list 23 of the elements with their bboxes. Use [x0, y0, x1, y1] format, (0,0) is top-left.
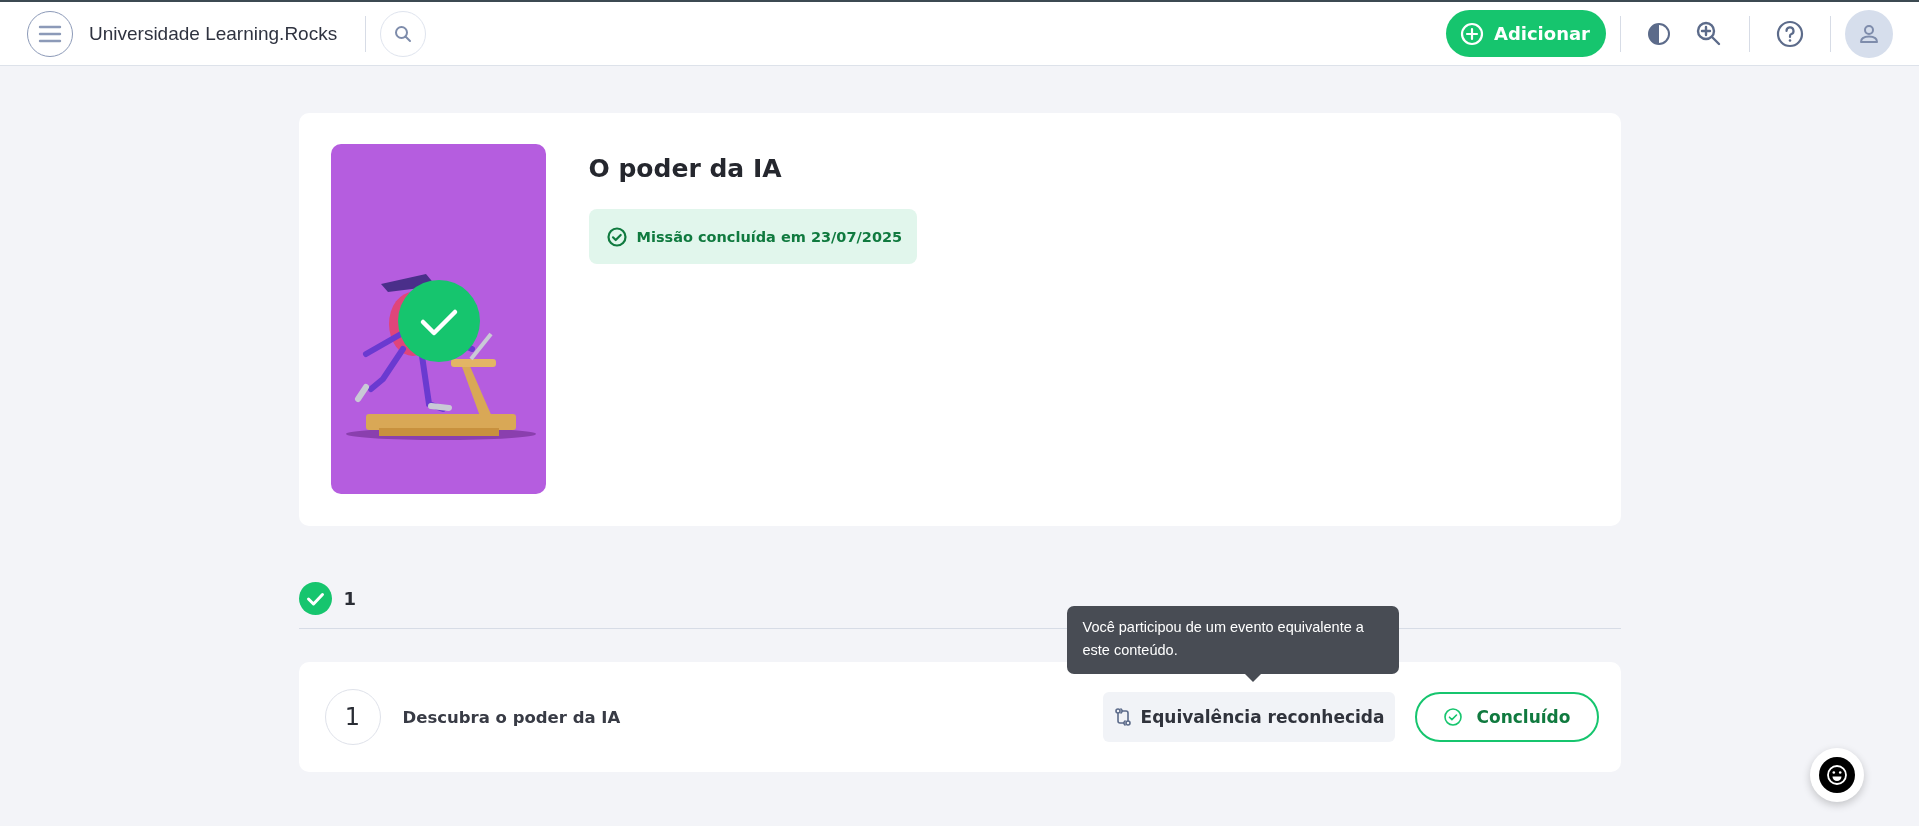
mission-title: O poder da IA	[588, 154, 783, 183]
check-circle-icon	[1442, 707, 1463, 727]
status-button[interactable]: Concluído	[1414, 692, 1599, 742]
check-circle-icon	[606, 226, 627, 247]
plus-circle-icon	[1459, 21, 1484, 46]
app-title: Universidade Learning.Rocks	[89, 22, 338, 45]
menu-icon	[38, 24, 62, 43]
step-title: Descubra o poder da IA	[402, 707, 621, 727]
completed-count: 1	[343, 588, 357, 609]
help-icon[interactable]	[1776, 19, 1804, 48]
profile-button[interactable]	[1845, 9, 1893, 58]
feedback-button[interactable]	[1810, 748, 1864, 802]
equivalence-tag: Equivalência reconhecida	[1102, 692, 1395, 742]
completion-text: Missão concluída em 23/07/2025	[636, 228, 903, 245]
menu-button[interactable]	[27, 10, 73, 57]
search-icon	[394, 24, 413, 43]
zoom-in-icon[interactable]	[1695, 19, 1723, 48]
tooltip: Você participou de um evento equivalente a este conteúdo.	[1066, 606, 1399, 674]
swap-icon	[1112, 707, 1133, 727]
contrast-icon[interactable]	[1647, 21, 1671, 46]
smiley-icon	[1819, 757, 1855, 793]
tooltip-arrow	[1244, 674, 1261, 682]
check-circle-icon	[298, 582, 332, 615]
